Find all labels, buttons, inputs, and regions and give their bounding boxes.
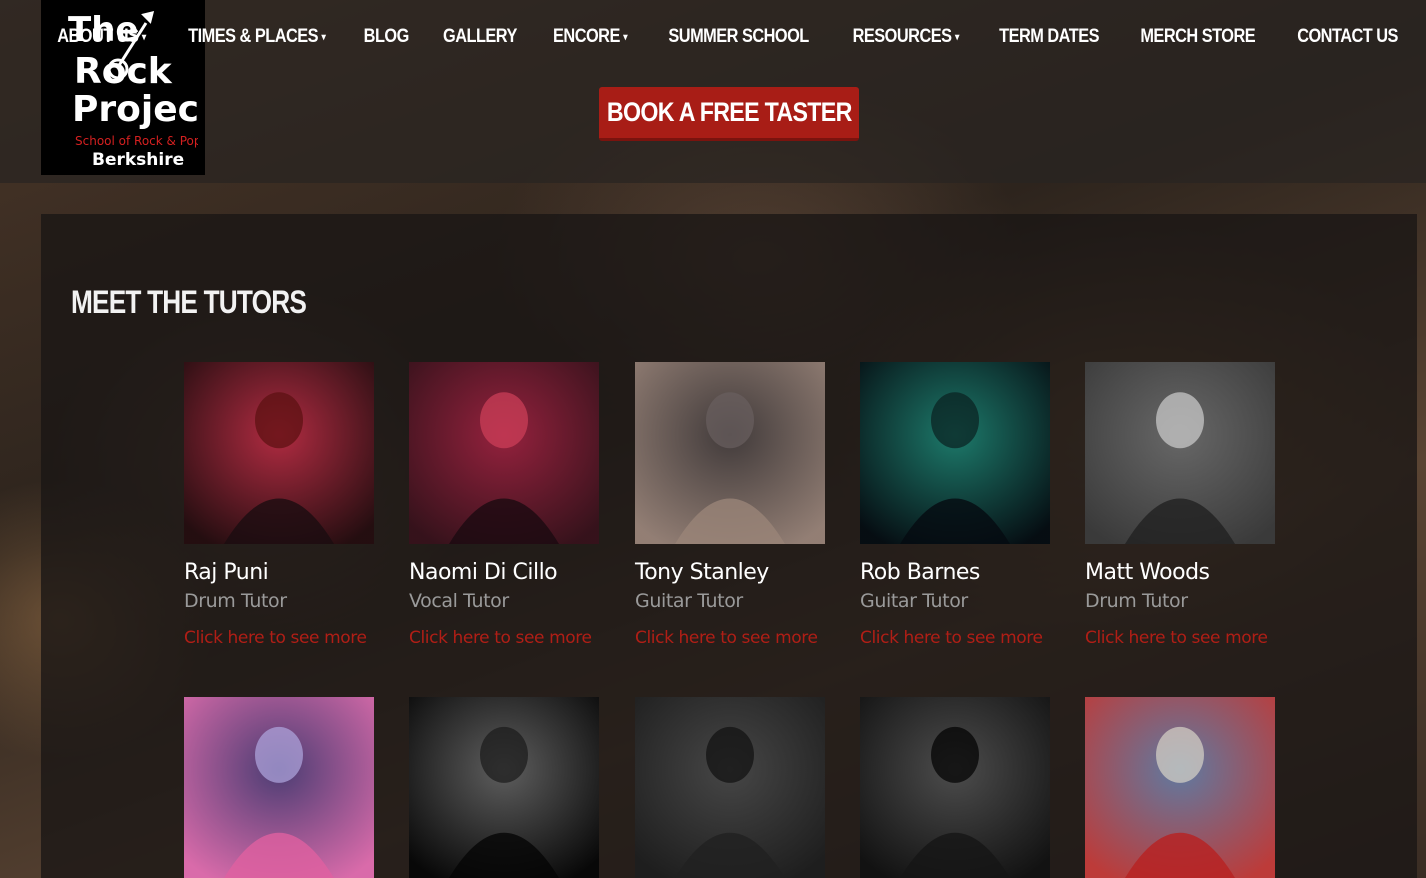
logo-line2: Rock	[74, 51, 173, 92]
nav-item-label: TERM DATES	[999, 26, 1100, 47]
caret-down-icon: ▾	[141, 31, 146, 43]
nav-item-summer-school[interactable]: SUMMER SCHOOL	[668, 26, 809, 48]
tutor-card	[635, 697, 825, 878]
tutor-role: Guitar Tutor	[860, 590, 968, 612]
tutor-role: Guitar Tutor	[635, 590, 743, 612]
nav-item-times-places[interactable]: TIMES & PLACES ▾	[187, 26, 326, 48]
nav-item-about-us[interactable]: ABOUT US ▾	[57, 26, 146, 48]
tutor-card: Matt Woods Drum Tutor Click here to see …	[1085, 362, 1275, 648]
tutor-photo[interactable]	[184, 362, 374, 544]
tutor-photo-image	[184, 362, 374, 544]
book-taster-label: BOOK A FREE TASTER	[606, 97, 852, 127]
caret-down-icon: ▾	[321, 31, 326, 43]
tutor-role: Drum Tutor	[1085, 590, 1188, 612]
tutor-photo-image	[1085, 697, 1275, 878]
tutor-more-link[interactable]: Click here to see more	[860, 628, 1050, 648]
tutor-card	[860, 697, 1050, 878]
tutor-more-link[interactable]: Click here to see more	[1085, 628, 1275, 648]
nav-item-label: CONTACT US	[1297, 26, 1398, 47]
tutor-photo[interactable]	[635, 362, 825, 544]
tutor-photo[interactable]	[860, 697, 1050, 878]
nav-item-label: SUMMER SCHOOL	[668, 26, 809, 47]
nav-item-resources[interactable]: RESOURCES ▾	[852, 26, 960, 48]
tutor-photo[interactable]	[860, 362, 1050, 544]
nav-item-encore[interactable]: ENCORE ▾	[552, 26, 628, 48]
tutor-card	[409, 697, 599, 878]
tutor-more-link[interactable]: Click here to see more	[184, 628, 374, 648]
tutor-name: Matt Woods	[1085, 560, 1210, 585]
nav-item-label: BLOG	[363, 26, 410, 47]
caret-down-icon: ▾	[622, 31, 627, 43]
tutor-photo[interactable]	[1085, 362, 1275, 544]
nav-item-blog[interactable]: BLOG	[363, 26, 410, 48]
main-nav: ABOUT US ▾ TIMES & PLACES ▾ BLOG GALLERY ENCOR…	[50, 22, 1406, 52]
tutor-photo-image	[635, 362, 825, 544]
tutor-card: Naomi Di Cillo Vocal Tutor Click here to…	[409, 362, 599, 648]
tutor-role: Drum Tutor	[184, 590, 287, 612]
tutor-photo[interactable]	[1085, 697, 1275, 878]
tutor-photo-image	[409, 697, 599, 878]
tutor-photo[interactable]	[409, 697, 599, 878]
tutor-more-link[interactable]: Click here to see more	[409, 628, 599, 648]
tutor-photo-image	[635, 697, 825, 878]
section-title: MEET THE TUTORS	[71, 284, 307, 320]
nav-item-label: ABOUT US	[57, 26, 139, 47]
book-taster-button[interactable]: BOOK A FREE TASTER	[599, 87, 859, 141]
tutor-photo-image	[409, 362, 599, 544]
tutor-card: Raj Puni Drum Tutor Click here to see mo…	[184, 362, 374, 648]
nav-item-label: TIMES & PLACES	[187, 26, 318, 47]
tutor-photo[interactable]	[184, 697, 374, 878]
tutor-name: Raj Puni	[184, 560, 269, 585]
tutor-photo[interactable]	[409, 362, 599, 544]
tutor-role: Vocal Tutor	[409, 590, 509, 612]
site-header: The Rock Project School of Rock & Pop Be…	[0, 0, 1426, 183]
nav-item-term-dates[interactable]: TERM DATES	[999, 26, 1099, 48]
logo-line3: Project	[72, 89, 198, 130]
tutor-photo-image	[860, 362, 1050, 544]
tutor-photo-image	[184, 697, 374, 878]
tutor-card: Rob Barnes Guitar Tutor Click here to se…	[860, 362, 1050, 648]
tutor-card	[184, 697, 374, 878]
nav-item-contact-us[interactable]: CONTACT US	[1297, 26, 1398, 48]
tutor-photo[interactable]	[635, 697, 825, 878]
tutor-name: Tony Stanley	[635, 560, 769, 585]
caret-down-icon: ▾	[954, 31, 959, 43]
tutor-photo-image	[1085, 362, 1275, 544]
tutor-card: Tony Stanley Guitar Tutor Click here to …	[635, 362, 825, 648]
nav-item-label: ENCORE	[552, 26, 620, 47]
tutor-more-link[interactable]: Click here to see more	[635, 628, 825, 648]
nav-item-label: GALLERY	[442, 26, 517, 47]
logo-tagline: School of Rock & Pop	[75, 134, 198, 148]
nav-item-merch-store[interactable]: MERCH STORE	[1141, 26, 1256, 48]
nav-item-gallery[interactable]: GALLERY	[443, 26, 517, 48]
tutor-name: Rob Barnes	[860, 560, 980, 585]
tutor-card	[1085, 697, 1275, 878]
tutor-name: Naomi Di Cillo	[409, 560, 558, 585]
logo-region: Berkshire	[92, 150, 184, 170]
nav-item-label: RESOURCES	[852, 26, 952, 47]
tutor-photo-image	[860, 697, 1050, 878]
nav-item-label: MERCH STORE	[1140, 26, 1256, 47]
